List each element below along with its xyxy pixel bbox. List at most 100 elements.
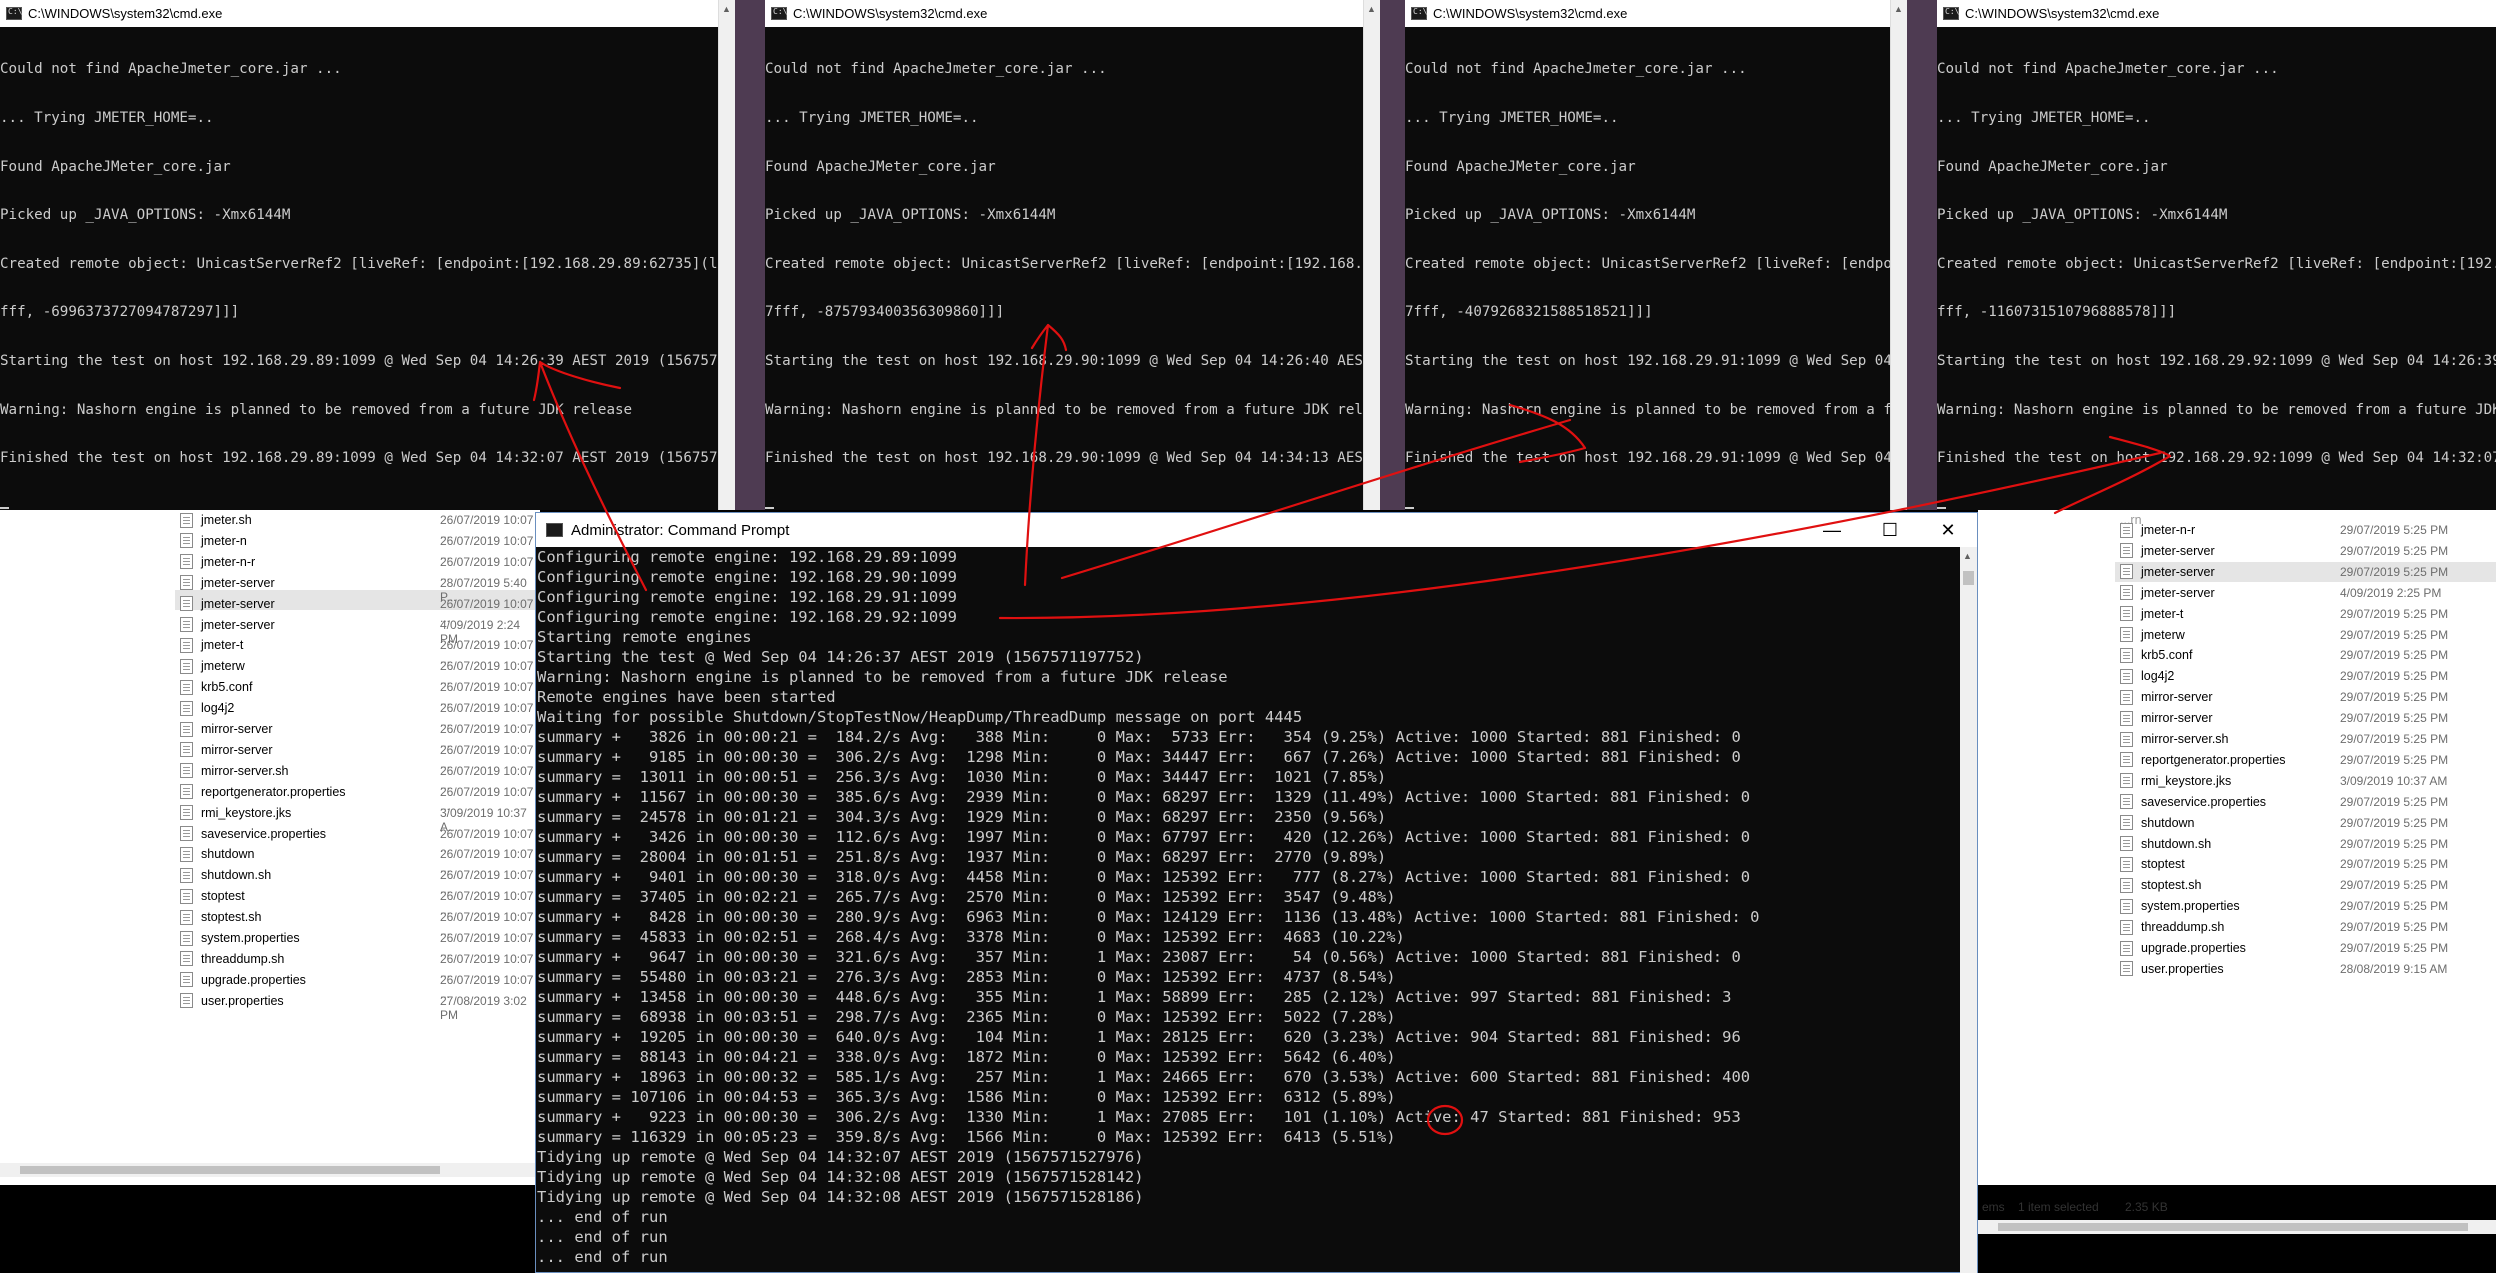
- file-item[interactable]: mirror-server: [2120, 687, 2213, 707]
- file-item[interactable]: jmeter-server: [2120, 562, 2215, 582]
- file-name: log4j2: [201, 701, 235, 716]
- file-item[interactable]: jmeter-server: [2120, 583, 2215, 603]
- file-item[interactable]: shutdown.sh: [2120, 834, 2211, 854]
- file-date-modified: 29/07/2019 5:25 PM: [2340, 920, 2449, 935]
- minimize-button[interactable]: —: [1803, 513, 1861, 547]
- file-item[interactable]: shutdown.sh: [180, 865, 271, 885]
- file-item[interactable]: jmeter-server: [2120, 541, 2215, 561]
- file-item[interactable]: jmeterw: [2120, 625, 2185, 645]
- file-icon: [2120, 752, 2133, 768]
- file-icon: [2120, 731, 2133, 747]
- text-cursor: [1937, 506, 1946, 509]
- file-icon: [180, 637, 193, 653]
- scroll-thumb[interactable]: [20, 1166, 440, 1174]
- console-line: Starting the test @ Wed Sep 04 14:26:37 …: [537, 648, 1144, 666]
- vertical-scrollbar[interactable]: [718, 0, 735, 510]
- file-item[interactable]: mirror-server.sh: [2120, 729, 2229, 749]
- file-item[interactable]: mirror-server: [2120, 708, 2213, 728]
- console-line: summary = 37405 in 00:02:21 = 265.7/s Av…: [537, 888, 1396, 906]
- file-item[interactable]: jmeter-server: [180, 615, 275, 635]
- file-item[interactable]: rmi_keystore.jks: [2120, 771, 2231, 791]
- file-item[interactable]: jmeter-server: [180, 573, 275, 593]
- text-cursor: [1405, 506, 1414, 509]
- file-item[interactable]: threaddump.sh: [2120, 917, 2224, 937]
- console-line: Warning: Nashorn engine is planned to be…: [0, 401, 633, 418]
- file-item[interactable]: system.properties: [2120, 896, 2240, 916]
- status-size: 2.35 KB: [2125, 1200, 2168, 1214]
- console-line: 7fff, -875793400356309860]]]: [765, 304, 1005, 321]
- admin-command-prompt[interactable]: Administrator: Command Prompt — ☐ ✕ Conf…: [535, 512, 1978, 1273]
- file-date-modified: 29/07/2019 5:25 PM: [2340, 543, 2449, 558]
- vertical-scrollbar[interactable]: [1363, 0, 1380, 510]
- file-item[interactable]: threaddump.sh: [180, 949, 284, 969]
- file-name: system.properties: [201, 931, 300, 945]
- file-item[interactable]: stoptest.sh: [180, 907, 261, 927]
- file-name: jmeter.sh: [201, 513, 252, 527]
- console-line: summary + 18963 in 00:00:32 = 585.1/s Av…: [537, 1068, 1751, 1086]
- file-item[interactable]: jmeter-n-r: [2120, 520, 2195, 540]
- file-item[interactable]: saveservice.properties: [2120, 792, 2266, 812]
- file-icon: [180, 909, 193, 925]
- file-item[interactable]: jmeter-n-r: [180, 552, 255, 572]
- file-icon: [2120, 668, 2133, 684]
- desktop-gap: [1380, 0, 1405, 510]
- file-item[interactable]: shutdown: [2120, 813, 2195, 833]
- file-item[interactable]: jmeter-t: [2120, 604, 2183, 624]
- file-item[interactable]: log4j2: [180, 698, 234, 718]
- file-item[interactable]: mirror-server: [180, 719, 273, 739]
- file-item[interactable]: rmi_keystore.jks: [180, 803, 291, 823]
- file-item[interactable]: user.properties: [180, 991, 284, 1011]
- file-item[interactable]: reportgenerator.properties: [180, 782, 346, 802]
- console-line: Finished the test on host 192.168.29.92:…: [1937, 450, 2496, 467]
- file-name: upgrade.properties: [2141, 941, 2246, 955]
- close-button[interactable]: ✕: [1919, 513, 1977, 547]
- cmd-window-1[interactable]: C:\WINDOWS\system32\cmd.exe Could not fi…: [0, 0, 735, 510]
- file-item[interactable]: reportgenerator.properties: [2120, 750, 2286, 770]
- vertical-scrollbar[interactable]: [1960, 547, 1977, 1273]
- file-item[interactable]: shutdown: [180, 844, 255, 864]
- file-name: jmeter-server: [201, 596, 275, 611]
- cmd-window-4-titlebar[interactable]: C:\WINDOWS\system32\cmd.exe: [1937, 0, 2496, 27]
- file-item[interactable]: system.properties: [180, 928, 300, 948]
- file-item[interactable]: log4j2: [2120, 666, 2174, 686]
- file-icon: [2120, 627, 2133, 642]
- file-item[interactable]: stoptest.sh: [2120, 875, 2201, 895]
- vertical-scrollbar[interactable]: [1890, 0, 1907, 510]
- file-item[interactable]: jmeterw: [180, 656, 245, 676]
- admin-titlebar[interactable]: Administrator: Command Prompt — ☐ ✕: [536, 513, 1977, 547]
- file-date-modified: 27/08/2019 3:02 PM: [440, 993, 527, 1022]
- file-item[interactable]: saveservice.properties: [180, 824, 326, 844]
- horizontal-scrollbar-right[interactable]: [1978, 1220, 2496, 1234]
- desktop-gap: [735, 0, 765, 510]
- file-icon: [180, 742, 193, 758]
- file-item[interactable]: upgrade.properties: [180, 970, 306, 990]
- file-item[interactable]: jmeter.sh: [180, 510, 252, 530]
- cmd-window-1-titlebar[interactable]: C:\WINDOWS\system32\cmd.exe: [0, 0, 735, 27]
- file-item[interactable]: upgrade.properties: [2120, 938, 2246, 958]
- console-line: summary + 8428 in 00:00:30 = 280.9/s Avg…: [537, 908, 1760, 926]
- console-line: Tidying up remote @ Wed Sep 04 14:32:08 …: [537, 1188, 1144, 1206]
- cmd-window-4[interactable]: C:\WINDOWS\system32\cmd.exe Could not fi…: [1937, 0, 2496, 510]
- file-item[interactable]: stoptest: [2120, 854, 2185, 874]
- file-date-modified: 29/07/2019 5:25 PM: [2340, 627, 2449, 642]
- console-line: Could not find ApacheJmeter_core.jar ...: [1937, 61, 2279, 78]
- cmd-window-2-titlebar[interactable]: C:\WINDOWS\system32\cmd.exe: [765, 0, 1380, 27]
- cmd-window-3[interactable]: C:\WINDOWS\system32\cmd.exe Could not fi…: [1405, 0, 1907, 510]
- scroll-thumb[interactable]: [1963, 571, 1974, 585]
- scroll-thumb[interactable]: [1998, 1223, 2468, 1231]
- file-item[interactable]: stoptest: [180, 886, 245, 906]
- file-item[interactable]: krb5.conf: [2120, 645, 2192, 665]
- file-date-modified: 29/07/2019 5:25 PM: [2340, 794, 2449, 809]
- file-item[interactable]: krb5.conf: [180, 677, 252, 697]
- maximize-button[interactable]: ☐: [1861, 513, 1919, 547]
- cmd-window-2[interactable]: C:\WINDOWS\system32\cmd.exe Could not fi…: [765, 0, 1380, 510]
- file-item[interactable]: jmeter-t: [180, 635, 243, 655]
- cmd-window-3-titlebar[interactable]: C:\WINDOWS\system32\cmd.exe: [1405, 0, 1907, 27]
- file-icon: [180, 993, 193, 1009]
- file-item[interactable]: jmeter-n: [180, 531, 247, 551]
- file-item[interactable]: mirror-server.sh: [180, 761, 289, 781]
- file-item[interactable]: jmeter-server: [180, 594, 275, 614]
- horizontal-scrollbar-left[interactable]: [0, 1163, 535, 1177]
- file-item[interactable]: user.properties: [2120, 959, 2224, 979]
- file-item[interactable]: mirror-server: [180, 740, 273, 760]
